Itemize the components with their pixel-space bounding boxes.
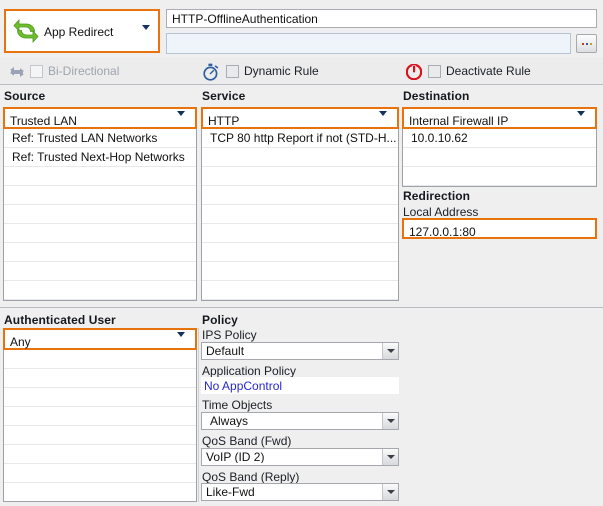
action-combo-label: App Redirect (44, 25, 114, 39)
browse-dot-3 (589, 42, 592, 45)
source-title: Source (4, 89, 46, 103)
action-combo-arrow-icon[interactable] (142, 25, 150, 44)
ips-policy-value: Default (206, 345, 245, 357)
list-item-empty[interactable] (403, 167, 596, 186)
bi-directional-checkbox[interactable] (30, 65, 43, 78)
list-item-empty[interactable] (4, 224, 196, 243)
bi-directional-label: Bi-Directional (48, 64, 120, 78)
dynamic-rule-checkbox[interactable] (226, 65, 239, 78)
list-item-empty[interactable] (4, 243, 196, 262)
policy-title: Policy (202, 313, 238, 327)
list-item[interactable]: 10.0.10.62 (403, 129, 596, 148)
dynamic-rule-label: Dynamic Rule (244, 64, 319, 78)
bi-directional-arrows-icon (9, 64, 25, 80)
list-item-empty[interactable] (4, 464, 196, 483)
qos-band-reply-combo[interactable]: Like-Fwd (201, 483, 399, 501)
browse-dot-2 (585, 42, 588, 45)
service-combo[interactable]: HTTP (201, 107, 399, 130)
two-green-arrows-redirect-icon (12, 17, 40, 45)
rule-comment-input[interactable] (166, 33, 571, 54)
application-policy-value[interactable]: No AppControl (201, 380, 282, 392)
local-address-value: 127.0.0.1:80 (409, 225, 476, 239)
deactivate-rule-checkbox[interactable] (428, 65, 441, 78)
list-item-empty[interactable] (202, 224, 398, 243)
destination-title: Destination (403, 89, 470, 103)
authenticated-user-combo-arrow-icon[interactable] (177, 332, 185, 351)
rule-name-value: HTTP-OfflineAuthentication (172, 11, 318, 26)
stopwatch-icon (202, 63, 219, 81)
time-objects-value: Always (210, 415, 249, 427)
rule-name-input[interactable]: HTTP-OfflineAuthentication (166, 9, 597, 28)
qos-band-fwd-combo[interactable]: VoIP (ID 2) (201, 448, 399, 466)
qos-band-fwd-value: VoIP (ID 2) (206, 451, 265, 463)
list-item-empty[interactable] (202, 148, 398, 167)
service-combo-value: HTTP (208, 114, 240, 128)
destination-combo[interactable]: Internal Firewall IP (402, 107, 597, 130)
source-list[interactable]: Ref: Trusted LAN Networks Ref: Trusted N… (3, 129, 197, 301)
list-item-empty[interactable] (4, 350, 196, 369)
ips-policy-arrow-icon[interactable] (382, 343, 398, 359)
time-objects-combo[interactable]: Always (201, 412, 399, 430)
browse-dot-1 (581, 42, 584, 45)
list-item-empty[interactable] (202, 167, 398, 186)
time-objects-label: Time Objects (202, 398, 273, 412)
action-combo[interactable]: App Redirect (4, 9, 160, 53)
list-item-empty[interactable] (4, 167, 196, 186)
source-combo[interactable]: Trusted LAN (3, 107, 197, 130)
browse-button[interactable] (576, 34, 597, 53)
qos-band-fwd-arrow-icon[interactable] (382, 449, 398, 465)
source-combo-value: Trusted LAN (10, 114, 77, 128)
application-policy-label: Application Policy (202, 364, 297, 378)
list-item[interactable]: Ref: Trusted Next-Hop Networks (4, 148, 196, 167)
authenticated-user-list[interactable] (3, 350, 197, 502)
local-address-label: Local Address (403, 205, 479, 219)
list-item-empty[interactable] (4, 388, 196, 407)
qos-band-reply-value: Like-Fwd (206, 486, 255, 498)
ips-policy-label: IPS Policy (202, 328, 257, 342)
column-divider (198, 328, 199, 502)
list-item-empty[interactable] (403, 148, 596, 167)
qos-band-reply-arrow-icon[interactable] (382, 484, 398, 500)
section-divider (0, 307, 603, 308)
time-objects-arrow-icon[interactable] (382, 413, 398, 429)
authenticated-user-title: Authenticated User (4, 313, 116, 327)
list-item-empty[interactable] (4, 262, 196, 281)
list-item-empty[interactable] (202, 281, 398, 300)
destination-combo-arrow-icon[interactable] (577, 111, 585, 130)
list-item[interactable]: Ref: Trusted LAN Networks (4, 129, 196, 148)
list-item-empty[interactable] (4, 426, 196, 445)
authenticated-user-combo-value: Any (10, 335, 31, 349)
qos-band-reply-label: QoS Band (Reply) (202, 470, 300, 484)
list-item-empty[interactable] (4, 281, 196, 300)
list-item[interactable]: TCP 80 http Report if not (STD-H... (202, 129, 398, 148)
redirection-title: Redirection (403, 189, 471, 203)
list-item-empty[interactable] (202, 205, 398, 224)
list-item-empty[interactable] (4, 186, 196, 205)
power-off-icon (405, 63, 423, 81)
service-title: Service (202, 89, 246, 103)
rule-editor-panel: App Redirect HTTP-OfflineAuthentication … (0, 0, 603, 506)
list-item-empty[interactable] (202, 243, 398, 262)
list-item-empty[interactable] (202, 262, 398, 281)
application-policy-field[interactable]: No AppControl (201, 377, 399, 394)
qos-band-fwd-label: QoS Band (Fwd) (202, 434, 292, 448)
destination-combo-value: Internal Firewall IP (409, 114, 509, 128)
list-item-empty[interactable] (4, 369, 196, 388)
authenticated-user-combo[interactable]: Any (3, 328, 197, 351)
deactivate-rule-label: Deactivate Rule (446, 64, 531, 78)
list-item-empty[interactable] (4, 205, 196, 224)
destination-list[interactable]: 10.0.10.62 (402, 129, 597, 187)
service-list[interactable]: TCP 80 http Report if not (STD-H... (201, 129, 399, 301)
list-item-empty[interactable] (4, 445, 196, 464)
local-address-input[interactable]: 127.0.0.1:80 (402, 218, 597, 239)
source-combo-arrow-icon[interactable] (177, 111, 185, 130)
list-item-empty[interactable] (4, 407, 196, 426)
ips-policy-combo[interactable]: Default (201, 342, 399, 360)
list-item-empty[interactable] (202, 186, 398, 205)
list-item-empty[interactable] (4, 483, 196, 501)
service-combo-arrow-icon[interactable] (379, 111, 387, 130)
